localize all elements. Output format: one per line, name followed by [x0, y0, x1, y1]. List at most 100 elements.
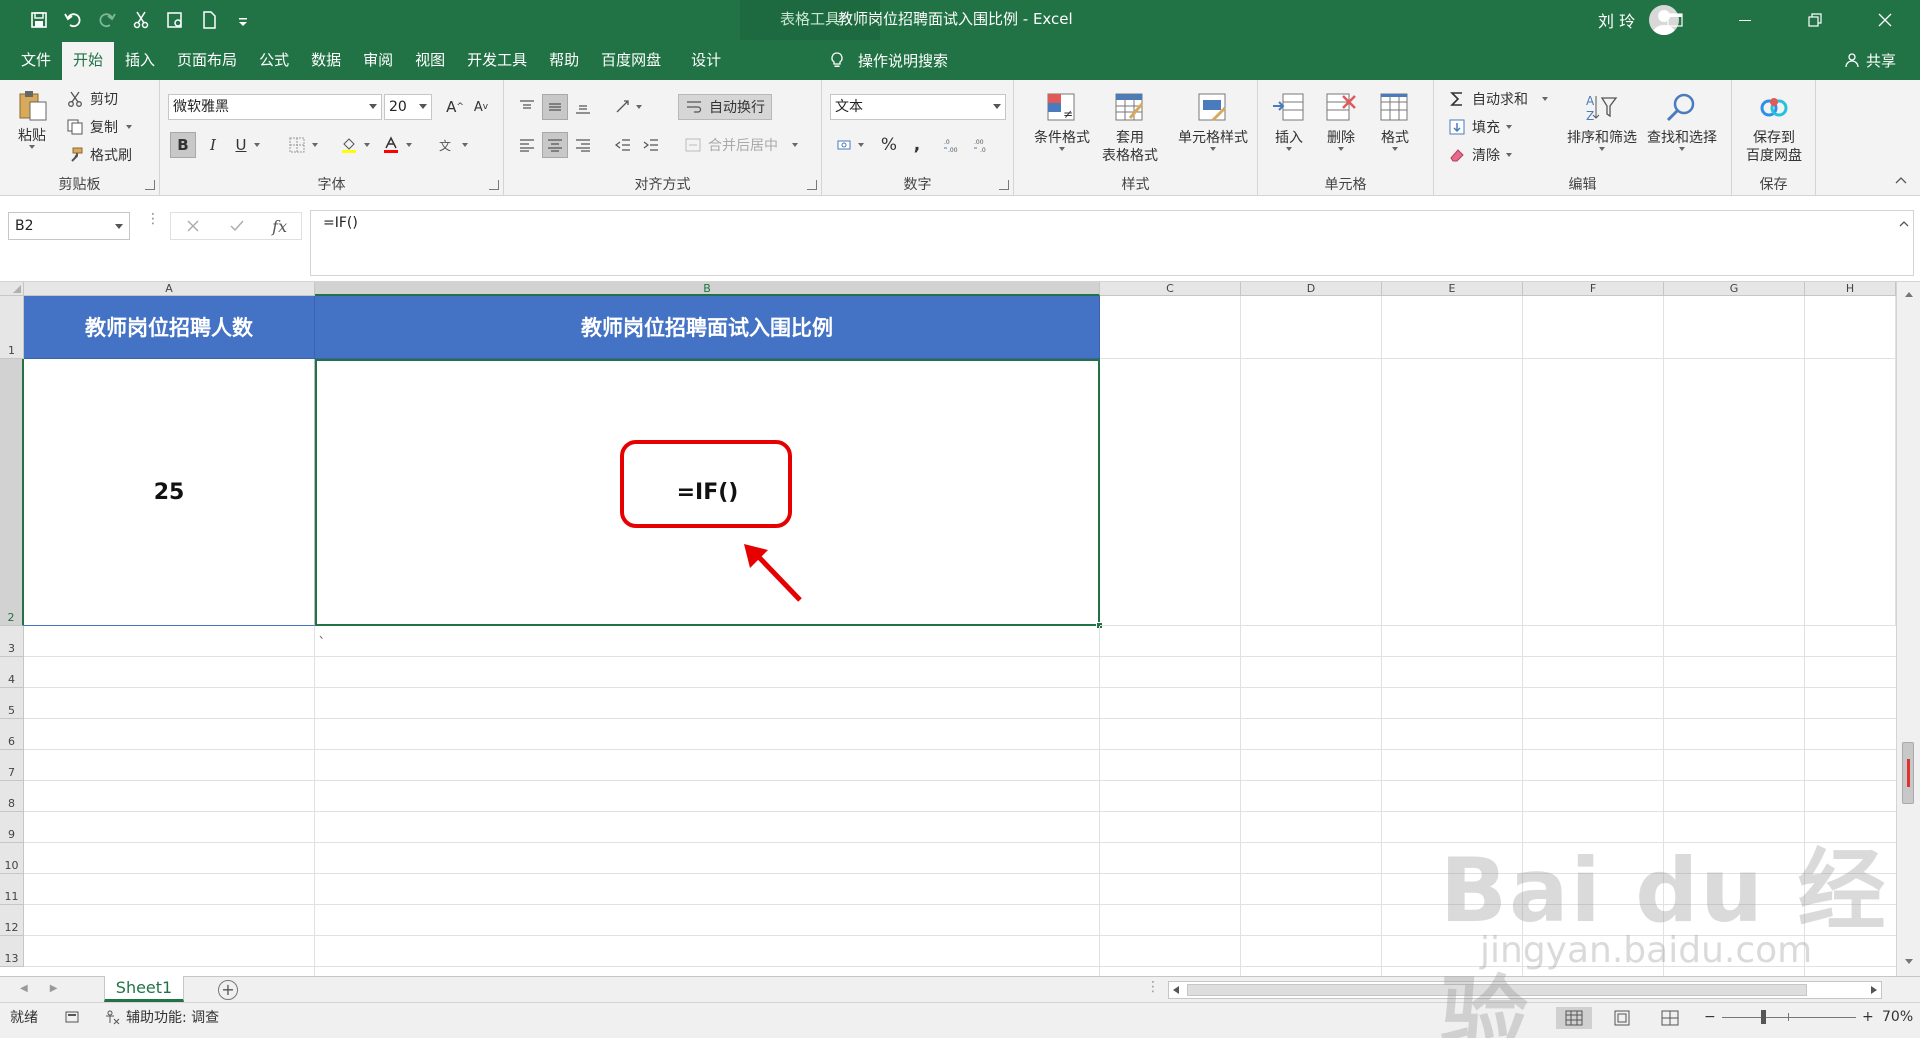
- row-header-9[interactable]: 9: [0, 812, 24, 843]
- row-header-10[interactable]: 10: [0, 843, 24, 874]
- fill-color-icon[interactable]: [336, 132, 362, 158]
- row-header-2[interactable]: 2: [0, 359, 24, 626]
- decrease-font-icon[interactable]: Av: [468, 94, 494, 120]
- cell-g2[interactable]: [1664, 359, 1805, 626]
- select-all-button[interactable]: [0, 282, 24, 296]
- paste-button[interactable]: 粘贴: [14, 88, 50, 149]
- cell-c1[interactable]: [1100, 296, 1241, 359]
- phonetic-dropdown-icon[interactable]: [458, 132, 472, 158]
- format-as-table-button[interactable]: 套用 表格格式: [1090, 90, 1170, 165]
- undo-icon[interactable]: [56, 6, 90, 34]
- decrease-decimal-icon[interactable]: .00.0: [968, 132, 994, 158]
- underline-dropdown-icon[interactable]: [250, 132, 264, 158]
- cancel-icon[interactable]: [185, 218, 201, 234]
- tab-review[interactable]: 审阅: [352, 40, 404, 80]
- align-top-icon[interactable]: [514, 94, 540, 120]
- row-header-7[interactable]: 7: [0, 750, 24, 781]
- fill-color-dropdown-icon[interactable]: [360, 132, 374, 158]
- tab-home[interactable]: 开始: [62, 42, 115, 80]
- increase-font-icon[interactable]: A ^: [442, 94, 468, 120]
- percent-button[interactable]: %: [876, 132, 902, 158]
- find-select-button[interactable]: 查找和选择: [1642, 90, 1722, 151]
- save-to-baidu-button[interactable]: 保存到 百度网盘: [1734, 90, 1814, 165]
- tab-data[interactable]: 数据: [300, 40, 352, 80]
- cell-h1[interactable]: [1805, 296, 1896, 359]
- column-header-e[interactable]: E: [1382, 282, 1523, 296]
- row-header-13[interactable]: 13: [0, 936, 24, 967]
- comma-button[interactable]: ,: [904, 132, 930, 158]
- sheet-tab-sheet1[interactable]: Sheet1: [104, 976, 184, 1002]
- format-cells-button[interactable]: 格式: [1370, 90, 1420, 151]
- align-right-icon[interactable]: [570, 132, 596, 158]
- cell-styles-button[interactable]: 单元格样式: [1170, 90, 1256, 151]
- add-sheet-button[interactable]: +: [218, 980, 238, 1000]
- orientation-dropdown-icon[interactable]: [632, 94, 646, 120]
- dialog-launcher-icon[interactable]: [999, 180, 1009, 190]
- format-painter-button[interactable]: 格式刷: [66, 142, 132, 168]
- formula-input[interactable]: =IF(): [310, 210, 1914, 276]
- font-color-icon[interactable]: [378, 132, 404, 158]
- cell-b1[interactable]: 教师岗位招聘面试入围比例: [315, 296, 1100, 359]
- column-header-h[interactable]: H: [1805, 282, 1896, 296]
- scroll-up-icon[interactable]: [1904, 290, 1914, 298]
- scroll-left-icon[interactable]: [1173, 986, 1179, 994]
- tab-page-layout[interactable]: 页面布局: [166, 40, 248, 80]
- increase-indent-icon[interactable]: [638, 132, 664, 158]
- tell-me-search[interactable]: 操作说明搜索: [828, 40, 948, 80]
- borders-icon[interactable]: [284, 132, 310, 158]
- accounting-dropdown-icon[interactable]: [854, 132, 868, 158]
- align-left-icon[interactable]: [514, 132, 540, 158]
- cell-a1[interactable]: 教师岗位招聘人数: [24, 296, 315, 359]
- sheet-nav-arrows[interactable]: ◀▶: [20, 983, 79, 994]
- row-header-12[interactable]: 12: [0, 905, 24, 936]
- column-header-b[interactable]: B: [315, 282, 1100, 296]
- name-box[interactable]: B2: [8, 212, 130, 240]
- cell-f1[interactable]: [1523, 296, 1664, 359]
- dialog-launcher-icon[interactable]: [489, 180, 499, 190]
- row-header-3[interactable]: 3: [0, 626, 24, 657]
- insert-cells-button[interactable]: 插入: [1264, 90, 1314, 151]
- check-icon[interactable]: [229, 218, 245, 234]
- tab-splitter-handle[interactable]: ⋮: [1146, 979, 1160, 995]
- vertical-scroll-thumb[interactable]: [1902, 742, 1914, 804]
- align-bottom-icon[interactable]: [570, 94, 596, 120]
- tab-file[interactable]: 文件: [10, 40, 62, 80]
- cell-h2[interactable]: [1805, 359, 1896, 626]
- phonetic-button[interactable]: 文: [432, 132, 458, 158]
- font-name-combo[interactable]: 微软雅黑: [168, 94, 382, 120]
- increase-decimal-icon[interactable]: .0.00: [938, 132, 964, 158]
- tab-baidu-netdisk[interactable]: 百度网盘: [590, 40, 672, 80]
- decrease-indent-icon[interactable]: [610, 132, 636, 158]
- column-header-c[interactable]: C: [1100, 282, 1241, 296]
- fill-button[interactable]: 填充: [1448, 114, 1512, 140]
- save-icon[interactable]: [22, 6, 56, 34]
- row-header-5[interactable]: 5: [0, 688, 24, 719]
- cell-d2[interactable]: [1241, 359, 1382, 626]
- row-header-11[interactable]: 11: [0, 874, 24, 905]
- cell-b3[interactable]: 、: [315, 626, 1100, 657]
- cell-c2[interactable]: [1100, 359, 1241, 626]
- autosum-button[interactable]: 自动求和: [1448, 86, 1548, 112]
- insert-function-button[interactable]: fx: [272, 217, 287, 236]
- accessibility-status[interactable]: 辅助功能: 调查: [104, 1003, 219, 1031]
- tab-insert[interactable]: 插入: [114, 40, 166, 80]
- clear-button[interactable]: 清除: [1448, 142, 1512, 168]
- cut-button[interactable]: 剪切: [66, 86, 118, 112]
- number-format-combo[interactable]: 文本: [830, 94, 1006, 120]
- share-button[interactable]: 共享: [1844, 40, 1896, 80]
- row-header-1[interactable]: 1: [0, 296, 24, 359]
- cell-e2[interactable]: [1382, 359, 1523, 626]
- column-header-f[interactable]: F: [1523, 282, 1664, 296]
- cell-g1[interactable]: [1664, 296, 1805, 359]
- tab-help[interactable]: 帮助: [538, 40, 590, 80]
- row-header-6[interactable]: 6: [0, 719, 24, 750]
- macro-record-icon[interactable]: [64, 1003, 86, 1031]
- align-center-icon[interactable]: [542, 132, 568, 158]
- customize-qat-icon[interactable]: [226, 6, 260, 34]
- row-header-4[interactable]: 4: [0, 657, 24, 688]
- splitter-handle[interactable]: ⋮: [146, 212, 160, 226]
- merge-center-button[interactable]: 合并后居中: [678, 132, 804, 158]
- column-header-a[interactable]: A: [24, 282, 315, 296]
- new-file-icon[interactable]: [192, 6, 226, 34]
- restore-icon[interactable]: [1780, 0, 1850, 40]
